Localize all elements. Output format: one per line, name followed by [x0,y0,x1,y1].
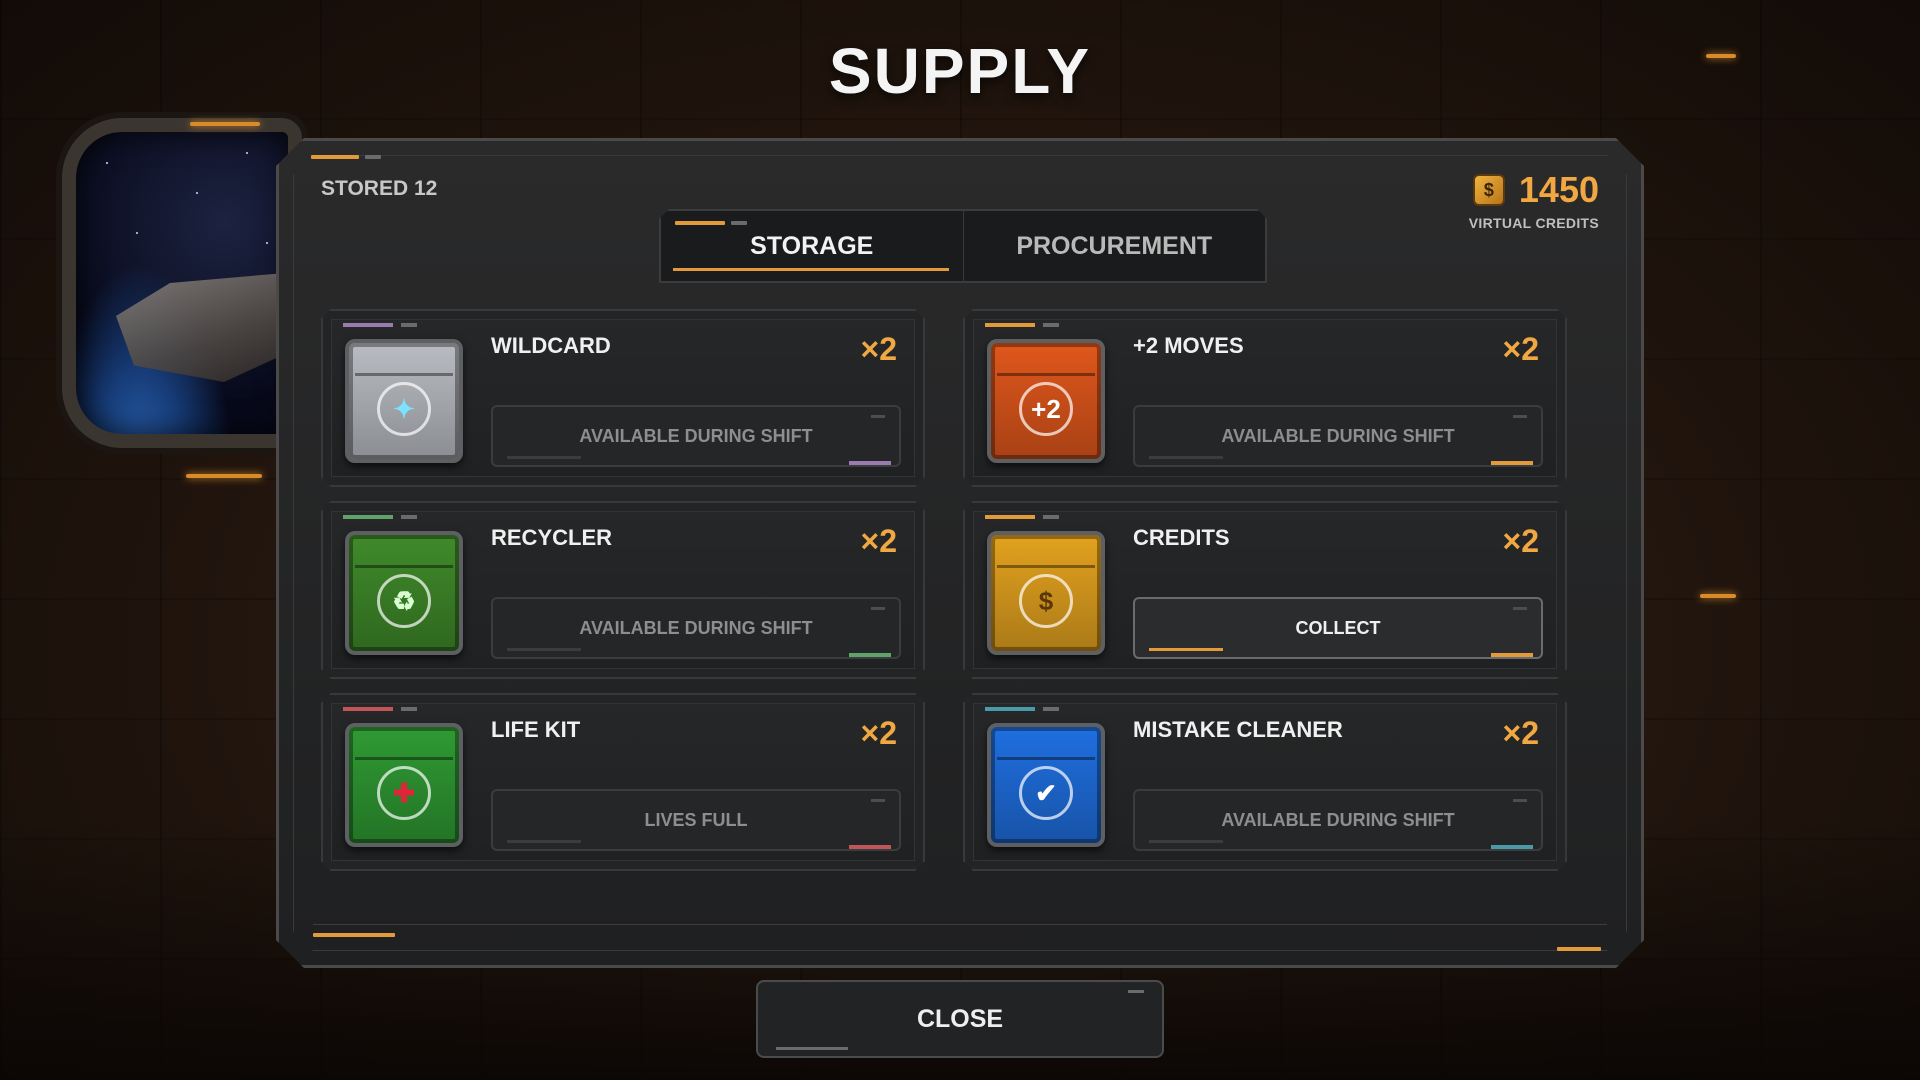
supply-card-plus2-moves: +2 +2 MOVES ×2 AVAILABLE DURING SHIFT [963,309,1567,487]
supply-panel: STORED 12 $ 1450 VIRTUAL CREDITS STORAGE… [276,138,1644,968]
close-button[interactable]: CLOSE [756,980,1164,1058]
card-accent [1043,707,1059,711]
supply-card-mistake-cleaner: ✔ MISTAKE CLEANER ×2 AVAILABLE DURING SH… [963,693,1567,871]
money-bag-emblem-icon: $ [1019,574,1073,628]
coin-icon: $ [1473,174,1505,206]
close-label: CLOSE [916,1004,1004,1033]
life-kit-chest-icon: ✚ [345,723,463,847]
panel-accent [1557,947,1601,951]
wall-light [1700,594,1736,598]
supply-grid: ✦ WILDCARD ×2 AVAILABLE DURING SHIFT +2 … [321,309,1567,871]
panel-accent [313,933,395,937]
card-accent [401,707,417,711]
spaceship-illustration [116,272,288,382]
card-quantity: ×2 [860,523,897,559]
supply-card-wildcard: ✦ WILDCARD ×2 AVAILABLE DURING SHIFT [321,309,925,487]
card-accent [1043,323,1059,327]
supply-card-credits: $ CREDITS ×2 COLLECT [963,501,1567,679]
collect-button[interactable]: COLLECT [1133,597,1543,659]
card-accent [343,515,393,519]
wall-light [186,474,262,478]
card-quantity: ×2 [860,715,897,751]
button-label: COLLECT [1295,617,1381,638]
card-accent [343,323,393,327]
card-name: MISTAKE CLEANER [1133,717,1343,742]
credits-label: VIRTUAL CREDITS [1468,215,1599,231]
supply-card-life-kit: ✚ LIFE KIT ×2 LIVES FULL [321,693,925,871]
space-window [62,118,302,448]
wildcard-action-button[interactable]: AVAILABLE DURING SHIFT [491,405,901,467]
card-quantity: ×2 [1502,715,1539,751]
tab-procurement[interactable]: PROCUREMENT [963,211,1266,281]
button-label: AVAILABLE DURING SHIFT [1221,425,1455,446]
card-accent [1043,515,1059,519]
card-quantity: ×2 [1502,523,1539,559]
mistake-cleaner-chest-icon: ✔ [987,723,1105,847]
card-name: +2 MOVES [1133,333,1244,358]
card-quantity: ×2 [1502,331,1539,367]
supply-card-recycler: ♻ RECYCLER ×2 AVAILABLE DURING SHIFT [321,501,925,679]
recycler-chest-icon: ♻ [345,531,463,655]
stored-count: STORED 12 [321,177,438,200]
card-quantity: ×2 [860,331,897,367]
page-title: SUPPLY [828,35,1092,107]
heart-emblem-icon: ✚ [377,766,431,820]
wall-light [190,122,260,126]
wildcard-chest-icon: ✦ [345,339,463,463]
credits-amount: 1450 [1518,169,1599,210]
credits-display: $ 1450 VIRTUAL CREDITS [1469,169,1599,231]
card-accent [343,707,393,711]
mistake-cleaner-action-button[interactable]: AVAILABLE DURING SHIFT [1133,789,1543,851]
card-accent [985,707,1035,711]
moves-chest-icon: +2 [987,339,1105,463]
recycler-action-button[interactable]: AVAILABLE DURING SHIFT [491,597,901,659]
card-accent [401,515,417,519]
panel-accent [365,155,381,159]
wildcard-emblem-icon: ✦ [377,382,431,436]
recycle-bin-emblem-icon: ♻ [377,574,431,628]
tab-storage[interactable]: STORAGE [661,211,963,281]
button-label: AVAILABLE DURING SHIFT [579,425,813,446]
credits-chest-icon: $ [987,531,1105,655]
panel-accent [311,155,359,159]
card-accent [985,515,1035,519]
tab-bar: STORAGE PROCUREMENT [659,209,1267,283]
card-name: LIFE KIT [491,717,581,742]
panel-divider [313,924,1607,925]
button-label: AVAILABLE DURING SHIFT [1221,809,1455,830]
card-name: RECYCLER [491,525,613,550]
life-kit-action-button[interactable]: LIVES FULL [491,789,901,851]
button-label: LIVES FULL [644,809,748,830]
card-accent [401,323,417,327]
card-accent [985,323,1035,327]
plus-two-emblem-icon: +2 [1019,382,1073,436]
card-name: CREDITS [1133,525,1230,550]
button-label: AVAILABLE DURING SHIFT [579,617,813,638]
card-name: WILDCARD [491,333,611,358]
moves-action-button[interactable]: AVAILABLE DURING SHIFT [1133,405,1543,467]
eraser-check-emblem-icon: ✔ [1019,766,1073,820]
